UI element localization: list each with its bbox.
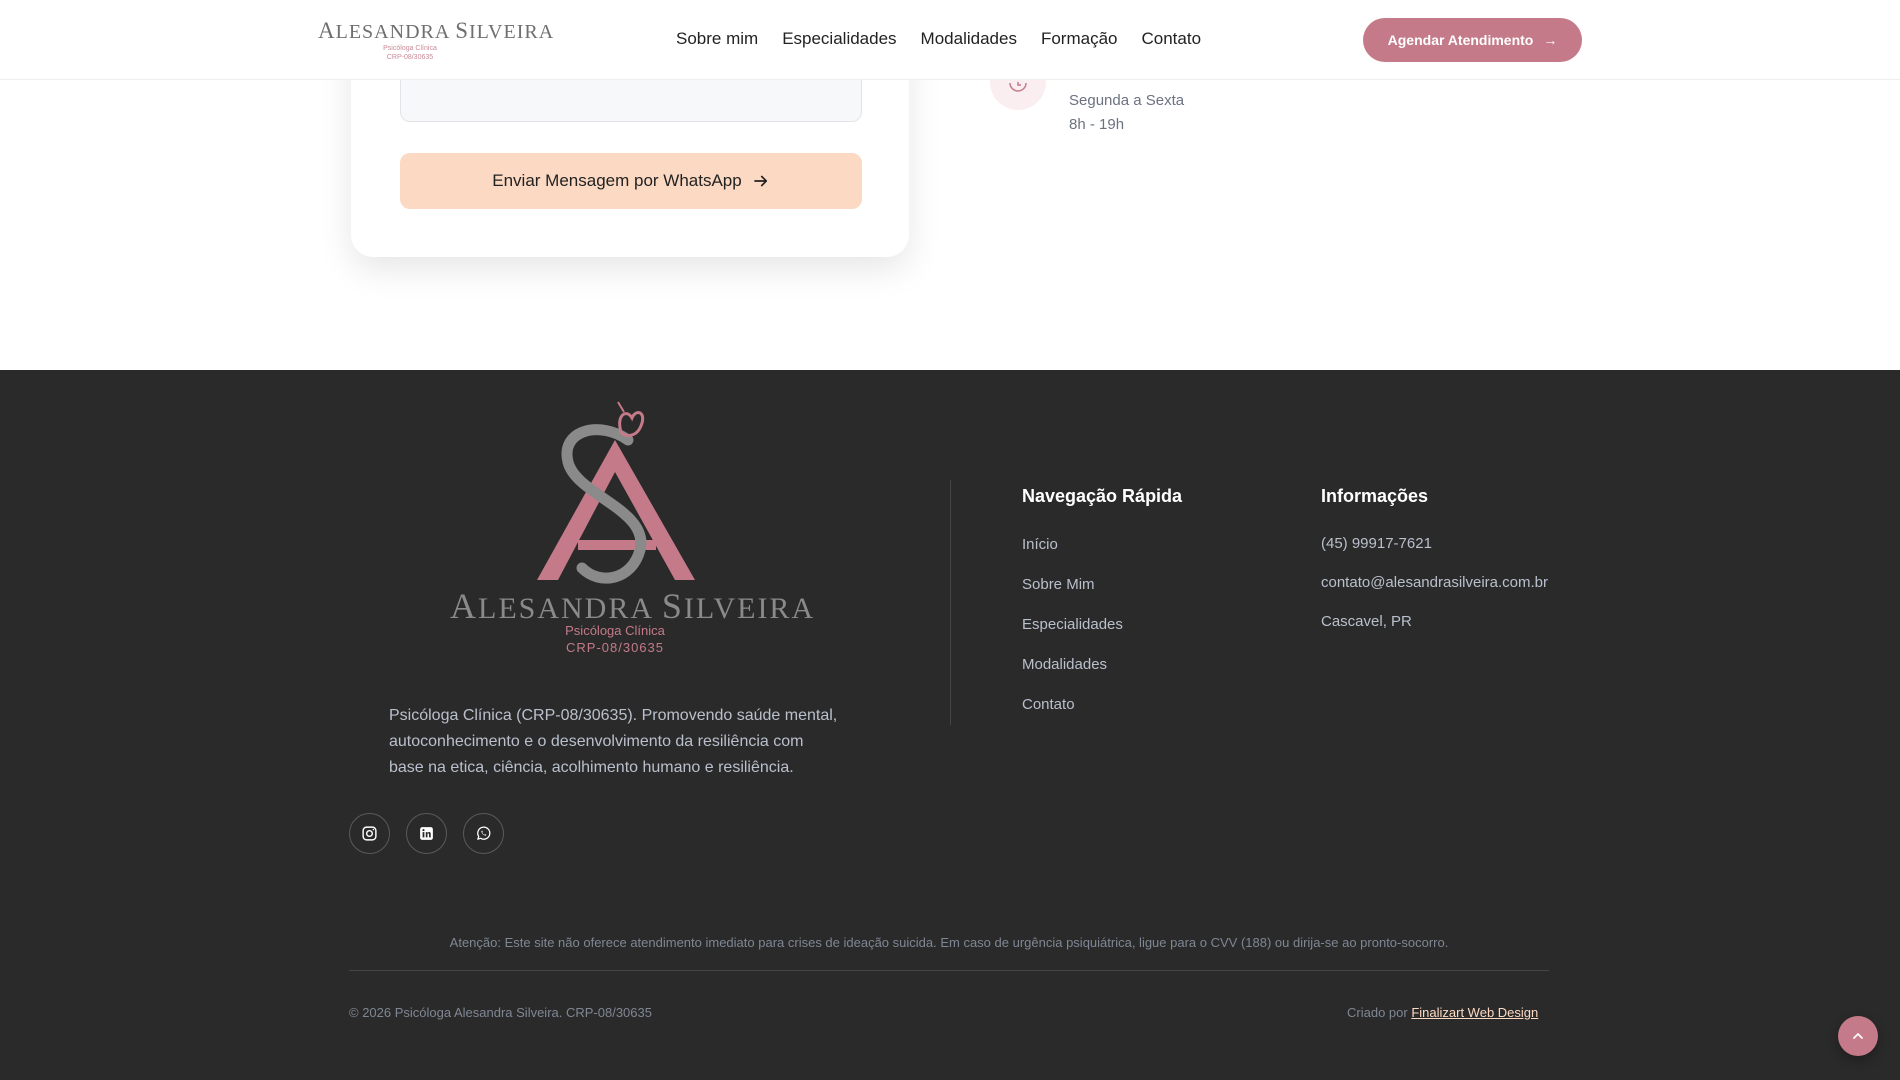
back-to-top-button[interactable] [1838, 1016, 1878, 1056]
nav-formacao[interactable]: Formação [1041, 29, 1118, 49]
linkedin-link[interactable] [406, 813, 447, 854]
arrow-right-icon [753, 175, 767, 187]
nav-modalidades[interactable]: Modalidades [921, 29, 1017, 49]
crisis-warning: Atenção: Este site não oferece atendimen… [449, 935, 1449, 950]
info-email[interactable]: contato@alesandrasilveira.com.br [1321, 574, 1548, 613]
footer-link-modalidades[interactable]: Modalidades [1022, 656, 1123, 696]
nav-contato[interactable]: Contato [1141, 29, 1201, 49]
schedule-button-label: Agendar Atendimento [1387, 32, 1534, 48]
credit-prefix: Criado por [1347, 1005, 1408, 1020]
info-list: (45) 99917-7621 contato@alesandrasilveir… [1321, 535, 1548, 652]
footer-logo-crp: CRP-08/30635 [566, 640, 664, 655]
header-logo[interactable]: ALESANDRA SILVEIRA Psicóloga Clínica CRP… [318, 18, 555, 62]
footer-logo-subtitle: Psicóloga Clínica [565, 623, 665, 638]
schedule-button[interactable]: Agendar Atendimento → [1363, 18, 1582, 62]
send-whatsapp-label: Enviar Mensagem por WhatsApp [492, 171, 742, 190]
footer-logo-wordmark: ALESANDRA SILVEIRA [450, 586, 816, 626]
instagram-icon [362, 826, 377, 841]
whatsapp-icon [477, 826, 491, 840]
footer-link-contato[interactable]: Contato [1022, 696, 1123, 736]
monogram-logo-icon [537, 401, 695, 584]
nav-especialidades[interactable]: Especialidades [782, 29, 896, 49]
copyright-text: © 2026 Psicóloga Alesandra Silveira. CRP… [349, 1005, 652, 1020]
credit-link[interactable]: Finalizart Web Design [1411, 1005, 1538, 1020]
quick-nav-title: Navegação Rápida [1022, 486, 1183, 506]
site-footer: ALESANDRA SILVEIRA Psicóloga Clínica CRP… [0, 370, 1900, 1080]
logo-subtitle: Psicóloga Clínica [383, 45, 437, 52]
info-phone[interactable]: (45) 99917-7621 [1321, 535, 1548, 574]
logo-wordmark: ALESANDRA SILVEIRA [318, 18, 555, 43]
instagram-link[interactable] [349, 813, 390, 854]
footer-about-text: Psicóloga Clínica (CRP-08/30635). Promov… [389, 707, 838, 776]
chevron-up-icon [1853, 1033, 1863, 1039]
whatsapp-link[interactable] [463, 813, 504, 854]
footer-vertical-divider [950, 480, 951, 725]
site-header: ALESANDRA SILVEIRA Psicóloga Clínica CRP… [0, 0, 1900, 80]
footer-link-inicio[interactable]: Início [1022, 536, 1123, 576]
linkedin-icon [420, 827, 433, 840]
info-title: Informações [1321, 486, 1429, 506]
hours-time: 8h - 19h [1069, 116, 1125, 133]
quick-nav-list: Início Sobre Mim Especialidades Modalida… [1022, 536, 1123, 736]
logo-crp: CRP-08/30635 [386, 54, 434, 61]
nav-sobre-mim[interactable]: Sobre mim [676, 29, 758, 49]
credit-text: Criado por Finalizart Web Design [1347, 1005, 1538, 1020]
send-whatsapp-button[interactable]: Enviar Mensagem por WhatsApp [400, 153, 862, 209]
footer-horizontal-divider [349, 970, 1549, 971]
footer-link-especialidades[interactable]: Especialidades [1022, 616, 1123, 656]
arrow-right-icon: → [1543, 32, 1558, 48]
footer-link-sobre-mim[interactable]: Sobre Mim [1022, 576, 1123, 616]
social-links [349, 813, 504, 854]
hours-days: Segunda a Sexta [1069, 92, 1185, 109]
main-nav: Sobre mim Especialidades Modalidades For… [676, 29, 1225, 49]
info-city: Cascavel, PR [1321, 613, 1412, 630]
footer-logo: ALESANDRA SILVEIRA Psicóloga Clínica CRP… [450, 400, 816, 660]
